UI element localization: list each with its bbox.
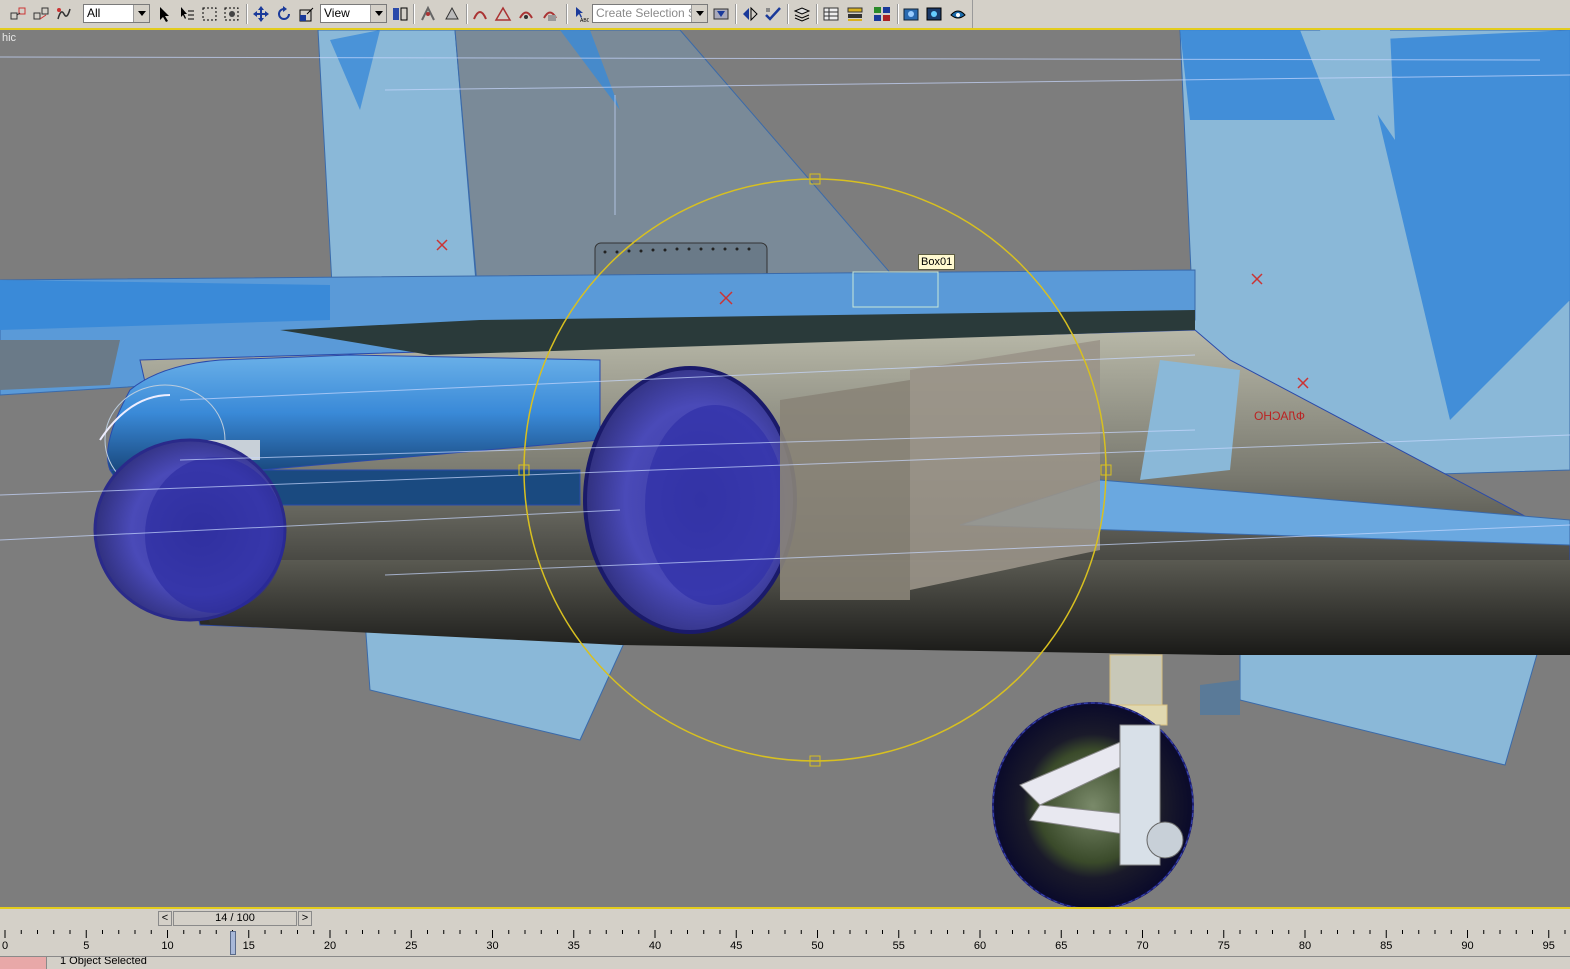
main-toolbar: All View ABC Create Selection Set: [0, 0, 1570, 30]
trackbar-tick-label: 30: [486, 940, 499, 952]
select-by-name-icon[interactable]: [177, 4, 197, 24]
edit-named-selection-icon[interactable]: [540, 4, 560, 24]
trackbar-tick-label: 35: [567, 940, 580, 952]
quick-render-icon[interactable]: [948, 4, 968, 24]
toolbar-strip: All View ABC Create Selection Set: [0, 0, 973, 28]
trackbar-tick-label: 0: [1, 940, 9, 952]
align-icon[interactable]: [763, 4, 783, 24]
viewport-scene: ФЛАСНО: [0, 30, 1570, 907]
trackbar-tick-label: 15: [242, 940, 255, 952]
trackbar-tick-label: 65: [1055, 940, 1068, 952]
trackbar-tick-label: 85: [1380, 940, 1393, 952]
trackbar-tick-label: 70: [1136, 940, 1149, 952]
trackbar-tick-label: 60: [973, 940, 987, 952]
trackbar-tick-label: 50: [811, 940, 824, 952]
object-name-tooltip: Box01: [918, 254, 956, 270]
viewport-label[interactable]: hic: [2, 32, 16, 44]
trackbar-tick-label: 45: [730, 940, 743, 952]
trackbar-ticks: [4, 930, 1566, 938]
status-bar: 1 Object Selected: [0, 956, 1570, 969]
trackbar-tick-label: 75: [1217, 940, 1230, 952]
percent-snap-icon[interactable]: [470, 4, 490, 24]
trackbar-tick-label: 20: [323, 940, 337, 952]
reference-coord-dropdown[interactable]: View: [320, 4, 387, 23]
rotate-icon[interactable]: [274, 4, 294, 24]
time-slider-prev-button[interactable]: <: [158, 911, 172, 926]
trackbar-tick-label: 5: [83, 940, 90, 952]
selection-status-text: 1 Object Selected: [60, 956, 147, 967]
render-scene-icon[interactable]: [924, 4, 944, 24]
trackbar-tick-label: 55: [892, 940, 905, 952]
trackbar-tick-label: 80: [1298, 940, 1312, 952]
curve-editor-icon[interactable]: [821, 4, 841, 24]
selection-filter-dropdown[interactable]: All: [83, 4, 150, 23]
select-link-icon[interactable]: [8, 4, 28, 24]
pivot-icon[interactable]: [390, 4, 410, 24]
select-object-icon[interactable]: [154, 4, 174, 24]
time-slider-thumb[interactable]: 14 / 100: [173, 911, 297, 926]
rect-selection-icon[interactable]: [200, 4, 220, 24]
svg-text:ABC: ABC: [580, 18, 589, 23]
trackbar-tick-label: 40: [648, 940, 662, 952]
time-slider-next-button[interactable]: >: [298, 911, 312, 926]
mirror-icon[interactable]: [740, 4, 760, 24]
trackbar[interactable]: [0, 928, 1570, 956]
select-abc-icon[interactable]: ABC: [570, 4, 590, 24]
track-view-icon[interactable]: [845, 4, 865, 24]
angle-snap-icon[interactable]: [442, 4, 462, 24]
trackbar-tick-label: 90: [1461, 940, 1474, 952]
spinner-snap-icon[interactable]: [493, 4, 513, 24]
scale-icon[interactable]: [297, 4, 317, 24]
filter-icon[interactable]: [711, 4, 731, 24]
fuselage-marking: ФЛАСНО: [1254, 409, 1305, 423]
current-frame-marker[interactable]: [229, 931, 236, 955]
layer-manager-icon[interactable]: [792, 4, 812, 24]
unlink-icon[interactable]: [31, 4, 51, 24]
trackbar-tick-label: 95: [1542, 940, 1555, 952]
trackbar-tick-label: 10: [161, 940, 174, 952]
trackbar-tick-label: 25: [405, 940, 418, 952]
maxscript-listener-mini[interactable]: [0, 957, 47, 969]
material-editor-icon[interactable]: [901, 4, 921, 24]
bind-space-warp-icon[interactable]: [54, 4, 74, 24]
move-icon[interactable]: [251, 4, 271, 24]
schematic-view-icon[interactable]: [872, 4, 892, 24]
snap-toggle-icon[interactable]: [418, 4, 438, 24]
perspective-viewport[interactable]: ФЛАСНО hic Box01: [0, 30, 1570, 907]
window-crossing-icon[interactable]: [222, 4, 242, 24]
named-selection-set-dropdown[interactable]: Create Selection Set: [592, 4, 708, 23]
named-selection-icon[interactable]: [516, 4, 536, 24]
